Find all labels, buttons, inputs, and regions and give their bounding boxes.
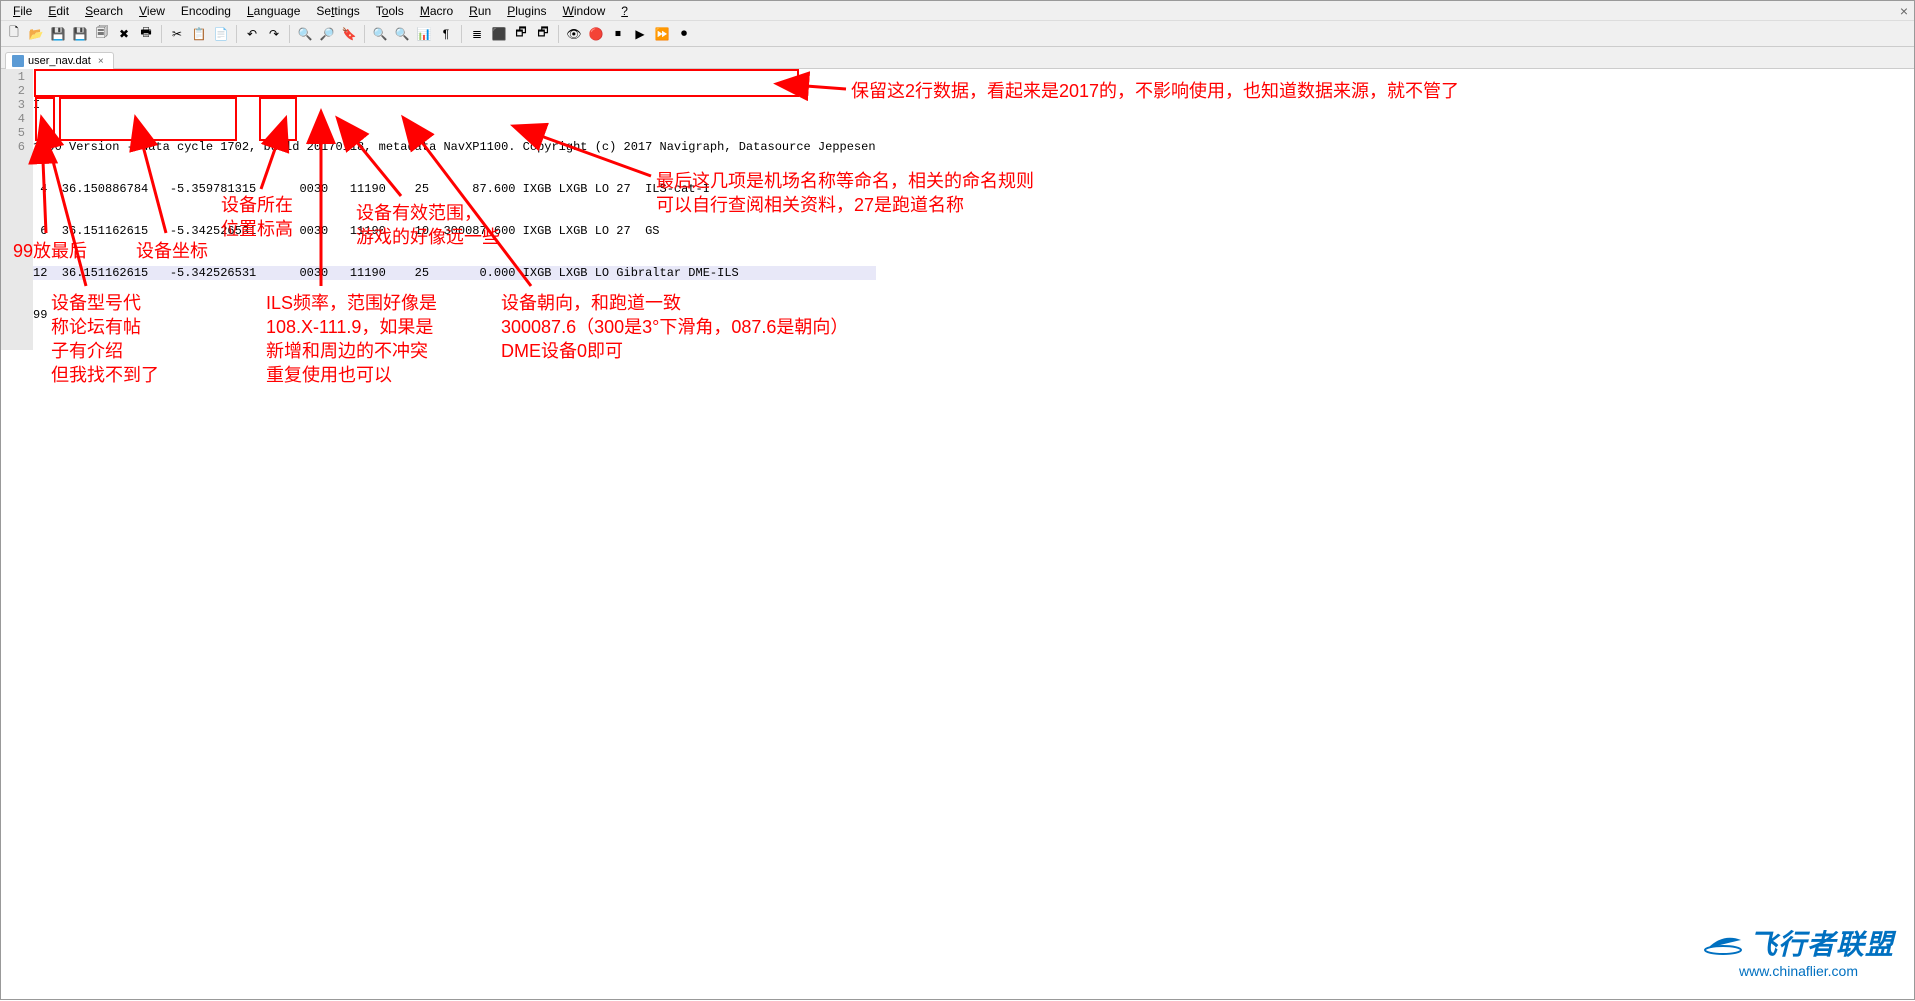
fast-play-icon[interactable]: ⏩ (653, 25, 671, 43)
undo-icon[interactable]: ↶ (243, 25, 261, 43)
menu-help[interactable]: ? (613, 2, 636, 20)
menu-settings[interactable]: Settings (308, 2, 367, 20)
watermark-url: www.chinaflier.com (1703, 963, 1894, 979)
code-line: I (33, 98, 876, 112)
line-number: 5 (1, 126, 25, 140)
code-line: 4 36.150886784 -5.359781315 0030 11190 2… (33, 182, 876, 196)
save-icon[interactable]: 💾 (49, 25, 67, 43)
tab-label: user_nav.dat (28, 55, 91, 67)
file-icon (12, 55, 24, 67)
save-all-icon[interactable]: 💾 (71, 25, 89, 43)
record-macro-icon[interactable]: 🔴 (587, 25, 605, 43)
line-number: 1 (1, 70, 25, 84)
separator (558, 25, 559, 43)
doc-map-icon[interactable]: 🗗 (512, 25, 530, 43)
close-all-icon[interactable]: ✖ (115, 25, 133, 43)
menu-file[interactable]: File (5, 2, 40, 20)
menu-window[interactable]: Window (555, 2, 614, 20)
line-number: 2 (1, 84, 25, 98)
new-file-icon[interactable]: 🗋 (5, 25, 23, 43)
separator (161, 25, 162, 43)
cut-icon[interactable]: ✂ (168, 25, 186, 43)
zoom-out-icon[interactable]: 🔍 (393, 25, 411, 43)
bookmark-icon[interactable]: 🔖 (340, 25, 358, 43)
logo-wing-icon (1703, 928, 1743, 958)
menu-language[interactable]: Language (239, 2, 308, 20)
indent-guide-icon[interactable]: ⬛ (490, 25, 508, 43)
print-icon[interactable]: 🖶 (137, 25, 155, 43)
stop-macro-icon[interactable]: ⏹ (609, 25, 627, 43)
line-number: 3 (1, 98, 25, 112)
window-close-button[interactable]: × (1900, 3, 1908, 19)
separator (236, 25, 237, 43)
paste-icon[interactable]: 📄 (212, 25, 230, 43)
menu-edit[interactable]: Edit (40, 2, 77, 20)
menu-macro[interactable]: Macro (412, 2, 461, 20)
wordwrap-icon[interactable]: ¶ (437, 25, 455, 43)
tab-close-icon[interactable]: × (95, 55, 107, 67)
toolbar: 🗋 📂 💾 💾 🗐 ✖ 🖶 ✂ 📋 📄 ↶ ↷ 🔍 🔎 🔖 🔍 🔍 📊 ¶ ≣ … (1, 21, 1914, 47)
separator (461, 25, 462, 43)
code-line: 99 (33, 308, 876, 322)
show-all-chars-icon[interactable]: ≣ (468, 25, 486, 43)
menu-run[interactable]: Run (461, 2, 499, 20)
menu-plugins[interactable]: Plugins (499, 2, 554, 20)
menu-tools[interactable]: Tools (368, 2, 412, 20)
menu-encoding[interactable]: Encoding (173, 2, 239, 20)
monitor-icon[interactable]: 👁 (565, 25, 583, 43)
code-line: 6 36.151162615 -5.342526531 0030 11190 1… (33, 224, 876, 238)
code-content[interactable]: I 1100 Version - data cycle 1702, build … (33, 69, 876, 350)
tab-user-nav-dat[interactable]: user_nav.dat × (5, 52, 114, 69)
line-number-gutter: 1 2 3 4 5 6 (1, 69, 33, 350)
open-file-icon[interactable]: 📂 (27, 25, 45, 43)
function-list-icon[interactable]: 🗗 (534, 25, 552, 43)
editor-area[interactable]: 1 2 3 4 5 6 I 1100 Version - data cycle … (1, 69, 1914, 350)
watermark: 飞行者联盟 www.chinaflier.com (1703, 923, 1894, 979)
menu-view[interactable]: View (131, 2, 173, 20)
tab-bar: user_nav.dat × (1, 47, 1914, 69)
line-number: 4 (1, 112, 25, 126)
separator (364, 25, 365, 43)
replace-icon[interactable]: 🔎 (318, 25, 336, 43)
redo-icon[interactable]: ↷ (265, 25, 283, 43)
menu-bar: File Edit Search View Encoding Language … (1, 1, 1914, 21)
menu-search[interactable]: Search (77, 2, 131, 20)
code-line: 12 36.151162615 -5.342526531 0030 11190 … (33, 266, 876, 280)
line-number: 6 (1, 140, 25, 154)
code-line: 1100 Version - data cycle 1702, build 20… (33, 140, 876, 154)
sync-icon[interactable]: 📊 (415, 25, 433, 43)
copy-icon[interactable]: 📋 (190, 25, 208, 43)
zoom-in-icon[interactable]: 🔍 (371, 25, 389, 43)
close-icon[interactable]: 🗐 (93, 25, 111, 43)
play-macro-icon[interactable]: ▶ (631, 25, 649, 43)
save-macro-icon[interactable]: ⏺ (675, 25, 693, 43)
watermark-text: 飞行者联盟 (1749, 923, 1894, 963)
find-icon[interactable]: 🔍 (296, 25, 314, 43)
separator (289, 25, 290, 43)
